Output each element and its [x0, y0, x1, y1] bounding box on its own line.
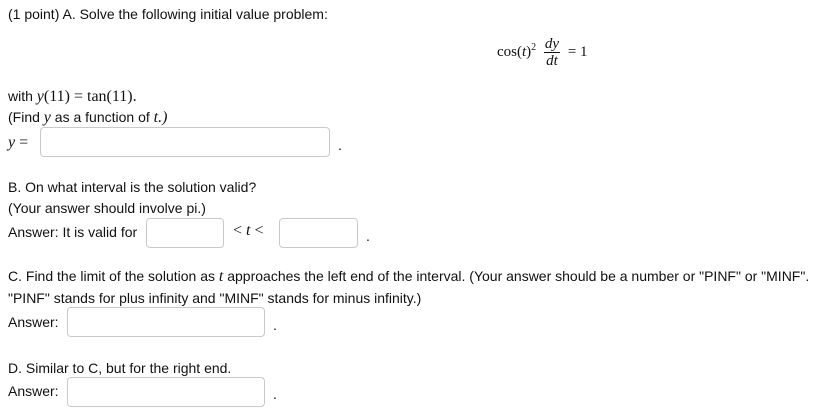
part-c-answer-label: Answer:: [8, 314, 59, 330]
eq-rhs: = 1: [567, 43, 588, 60]
part-b-question: B. On what interval is the solution vali…: [8, 179, 257, 195]
part-a-header: (1 point) A. Solve the following initial…: [8, 6, 328, 22]
hint-y: y: [43, 109, 51, 126]
interval-dot: .: [366, 228, 370, 244]
part-d-answer-label: Answer:: [8, 383, 59, 399]
hint-before: (Find: [8, 109, 40, 125]
interval-left-input[interactable]: [146, 218, 224, 248]
part-d-question: D. Similar to C, but for the right end.: [8, 360, 232, 376]
answer-y-label: y =: [8, 134, 28, 152]
interval-right-input[interactable]: [279, 218, 358, 248]
ic-y: y: [36, 88, 44, 105]
part-d-answer-input[interactable]: [67, 377, 265, 407]
part-c-question: C. Find the limit of the solution as t a…: [8, 268, 809, 286]
eq-exponent: 2: [531, 41, 537, 53]
interval-lt-1: <: [233, 222, 243, 239]
answer-y-dot: .: [338, 137, 342, 153]
part-a-hint: (Find y as a function of t.): [8, 109, 167, 127]
interval-lt-2: <: [254, 222, 264, 239]
ic-prefix: with: [8, 88, 33, 104]
part-c-t: t: [218, 268, 224, 285]
part-c-note: "PINF" stands for plus infinity and "MIN…: [8, 290, 422, 306]
part-d-dot: .: [273, 386, 277, 402]
part-c-answer-input[interactable]: [67, 307, 265, 337]
ic-expression: (11) = tan(11).: [43, 88, 137, 105]
eq-dy: dy: [543, 36, 561, 53]
part-c-dot: .: [273, 317, 277, 333]
interval-inequality: < t <: [233, 222, 264, 240]
eq-cos: cos: [497, 43, 517, 60]
part-c-before: C. Find the limit of the solution as: [8, 268, 215, 284]
interval-t: t: [246, 222, 251, 239]
differential-equation: cos(t)2 dy dt = 1: [497, 36, 588, 69]
eq-derivative: dy dt: [543, 36, 561, 69]
eq-dt: dt: [546, 53, 558, 69]
answer-y-eq: =: [19, 134, 29, 151]
answer-y-input[interactable]: [40, 127, 330, 157]
interval-label: Answer: It is valid for: [8, 224, 138, 240]
answer-y-var: y: [8, 134, 16, 151]
hint-mid: as a function of: [54, 109, 150, 125]
part-b-hint: (Your answer should involve pi.): [8, 200, 206, 216]
part-c-after: approaches the left end of the interval.…: [227, 268, 810, 284]
hint-t: t.): [153, 109, 168, 126]
initial-condition: with y(11) = tan(11).: [8, 88, 137, 106]
